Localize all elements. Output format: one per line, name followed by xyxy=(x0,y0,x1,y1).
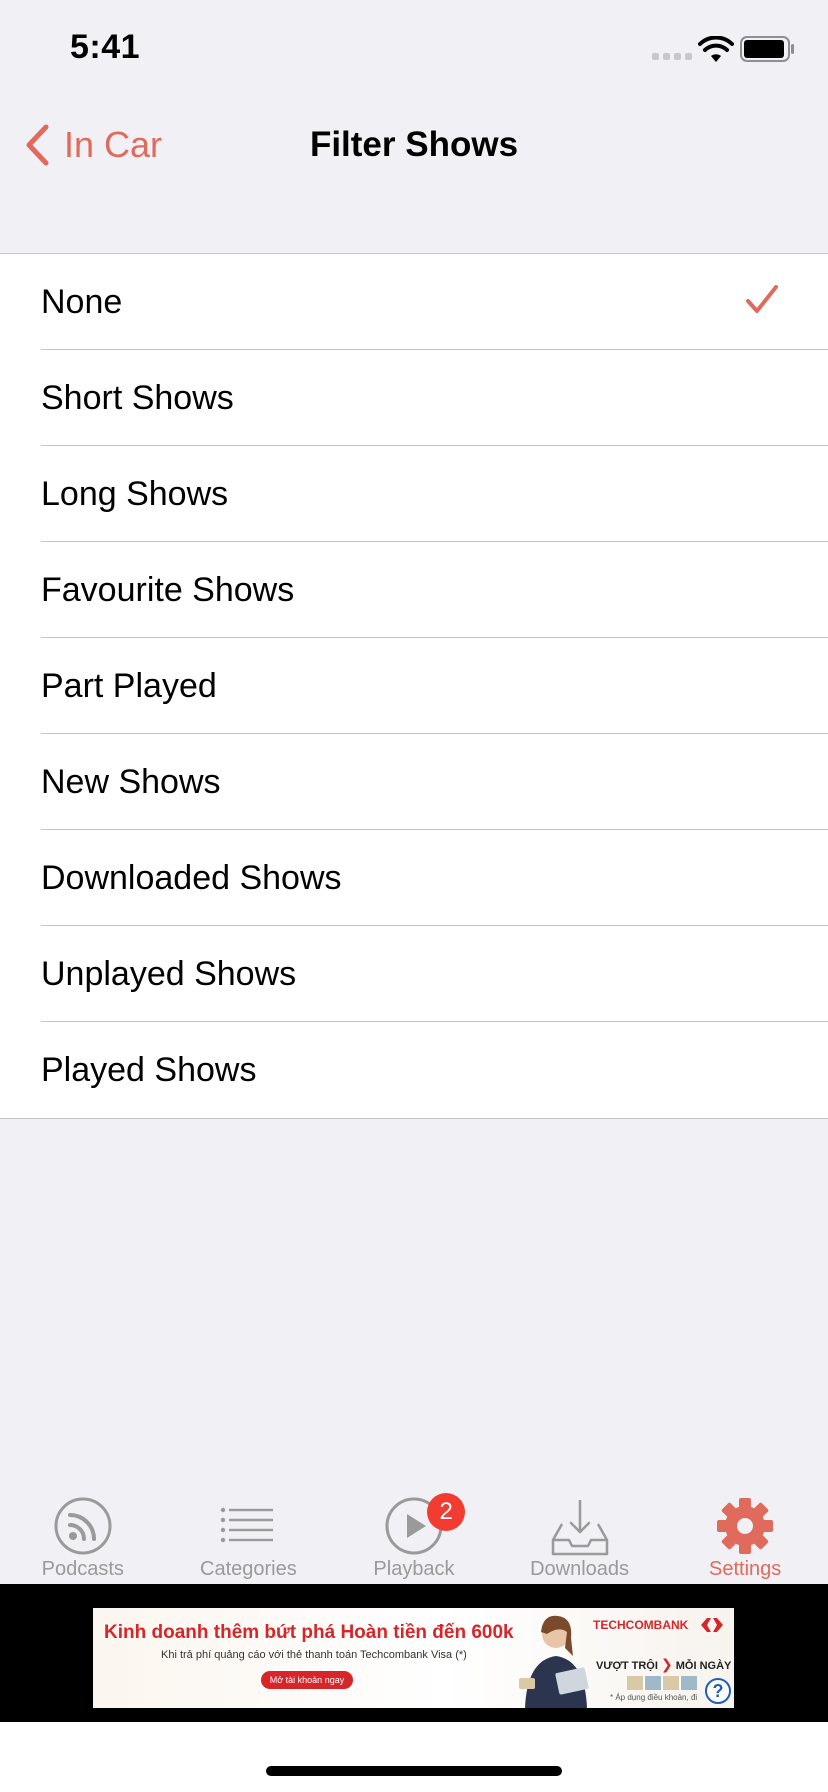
ad-banner[interactable]: Kinh doanh thêm bứt phá Hoàn tiền đến 60… xyxy=(93,1608,734,1708)
ad-cta-button[interactable]: Mở tài khoản ngay xyxy=(261,1671,353,1689)
checkmark-icon xyxy=(746,285,778,313)
filter-option-label: None xyxy=(41,282,123,321)
chevron-left-icon xyxy=(26,124,49,166)
ad-slogan-right: MỖI NGÀY xyxy=(675,1660,732,1672)
ad-slogan: VƯỢT TRỘI ❯ MỖI NGÀY xyxy=(596,1656,731,1673)
filter-option-part-played[interactable]: Part Played xyxy=(0,638,828,734)
navigation-bar: Filter Shows In Car xyxy=(0,100,828,210)
filter-option-short-shows[interactable]: Short Shows xyxy=(0,350,828,446)
filter-option-favourite-shows[interactable]: Favourite Shows xyxy=(0,542,828,638)
tab-label: Downloads xyxy=(530,1558,630,1580)
ad-slogan-left: VƯỢT TRỘI xyxy=(596,1660,658,1672)
playback-badge: 2 xyxy=(427,1493,466,1531)
tab-bar: Podcasts Categories 2 Playback Downloads… xyxy=(0,1476,828,1584)
tab-label: Settings xyxy=(709,1558,782,1580)
techcombank-logo-icon xyxy=(701,1618,723,1632)
tab-playback[interactable]: 2 Playback xyxy=(331,1476,497,1584)
ad-headline: Kinh doanh thêm bứt phá Hoàn tiền đến 60… xyxy=(104,1622,514,1643)
tab-label: Playback xyxy=(373,1558,455,1580)
podcast-icon xyxy=(54,1497,112,1555)
tab-podcasts[interactable]: Podcasts xyxy=(0,1476,166,1584)
ad-brand: TECHCOMBANK xyxy=(593,1618,689,1632)
filter-option-label: Played Shows xyxy=(41,1050,257,1089)
battery-icon xyxy=(740,36,794,62)
cellular-signal-icon xyxy=(652,53,692,60)
filter-option-label: Part Played xyxy=(41,666,217,705)
gear-icon xyxy=(717,1498,774,1554)
tab-downloads[interactable]: Downloads xyxy=(497,1476,663,1584)
tab-settings[interactable]: Settings xyxy=(662,1476,828,1584)
list-icon xyxy=(221,1507,274,1543)
ad-person-image xyxy=(519,1615,589,1708)
filter-option-new-shows[interactable]: New Shows xyxy=(0,734,828,830)
ad-subtext: Khi trả phí quảng cáo với thẻ thanh toán… xyxy=(161,1649,467,1661)
filter-option-label: Long Shows xyxy=(41,474,229,513)
filter-list: None Short Shows Long Shows Favourite Sh… xyxy=(0,253,828,1119)
home-indicator[interactable] xyxy=(266,1766,562,1776)
filter-option-label: Short Shows xyxy=(41,378,234,417)
filter-option-label: New Shows xyxy=(41,762,221,801)
tab-label: Podcasts xyxy=(41,1558,124,1580)
filter-option-label: Favourite Shows xyxy=(41,570,295,609)
chevron-right-icon: ❯ xyxy=(660,1656,673,1672)
filter-option-long-shows[interactable]: Long Shows xyxy=(0,446,828,542)
filter-option-label: Downloaded Shows xyxy=(41,858,342,897)
back-button-label: In Car xyxy=(64,124,163,165)
filter-option-label: Unplayed Shows xyxy=(41,954,297,993)
filter-option-played-shows[interactable]: Played Shows xyxy=(0,1022,828,1118)
filter-option-none[interactable]: None xyxy=(0,254,828,350)
filter-option-unplayed-shows[interactable]: Unplayed Shows xyxy=(0,926,828,1022)
back-button[interactable]: In Car xyxy=(24,120,162,170)
ad-cards-image xyxy=(627,1676,697,1690)
tab-categories[interactable]: Categories xyxy=(166,1476,332,1584)
ad-help-icon[interactable]: ? xyxy=(705,1678,731,1704)
filter-option-downloaded-shows[interactable]: Downloaded Shows xyxy=(0,830,828,926)
tab-label: Categories xyxy=(200,1558,297,1580)
wifi-icon xyxy=(698,36,734,62)
status-time: 5:41 xyxy=(70,28,141,66)
inbox-download-icon xyxy=(551,1500,608,1556)
ad-area: Kinh doanh thêm bứt phá Hoàn tiền đến 60… xyxy=(0,1584,828,1722)
screen: 5:41 Filter Shows In Car None Short Show… xyxy=(0,0,828,1792)
status-bar: 5:41 xyxy=(0,0,828,100)
home-area xyxy=(0,1722,828,1792)
ad-note: * Áp dụng điều khoản, đi xyxy=(610,1693,698,1702)
